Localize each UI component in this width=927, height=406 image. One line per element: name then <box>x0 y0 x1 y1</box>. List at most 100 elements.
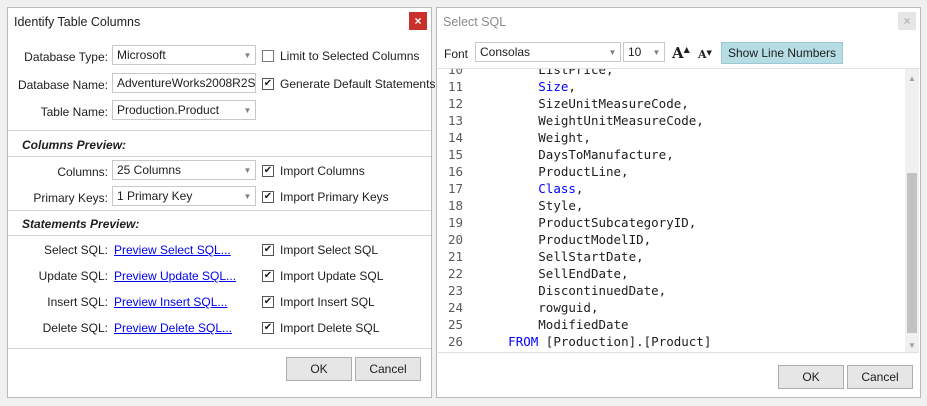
divider <box>8 235 431 236</box>
preview-select-sql-link[interactable]: Preview Select SQL... <box>114 243 231 257</box>
table-name-combo[interactable]: Production.Product ▼ <box>112 100 256 120</box>
editor-toolbar: Font Consolas ▼ 10 ▼ A▲ A▼ Show Line Num… <box>437 40 920 66</box>
close-button[interactable]: × <box>409 12 427 30</box>
code-text: ProductSubcategoryID, <box>478 215 697 230</box>
line-number: 26 <box>447 334 463 349</box>
code-text: ProductLine, <box>478 164 629 179</box>
import-columns-label: Import Columns <box>280 164 365 178</box>
line-number: 25 <box>447 317 463 332</box>
code-line: 16 ProductLine, <box>438 163 629 180</box>
database-type-combo[interactable]: Microsoft ▼ <box>112 45 256 65</box>
line-number: 11 <box>447 79 463 94</box>
statements-preview-heading: Statements Preview: <box>22 217 140 231</box>
cancel-button[interactable]: Cancel <box>847 365 913 389</box>
divider <box>8 210 431 211</box>
database-name-label: Database Name: <box>17 78 108 92</box>
code-line: 20 ProductModelID, <box>438 231 651 248</box>
code-line: 26 FROM [Production].[Product] <box>438 333 711 350</box>
font-family-combo[interactable]: Consolas ▼ <box>475 42 621 62</box>
identify-table-columns-dialog: Identify Table Columns × Database Type: … <box>7 7 435 398</box>
line-number: 13 <box>447 113 463 128</box>
preview-insert-sql-link[interactable]: Preview Insert SQL... <box>114 295 227 309</box>
code-line: 21 SellStartDate, <box>438 248 644 265</box>
insert-sql-label: Insert SQL: <box>47 295 108 309</box>
cancel-button[interactable]: Cancel <box>355 357 421 381</box>
scrollbar-thumb[interactable] <box>907 173 917 333</box>
preview-delete-sql-link[interactable]: Preview Delete SQL... <box>114 321 232 335</box>
vertical-scrollbar[interactable]: ▲ ▼ <box>905 69 919 352</box>
check-icon: ✔ <box>262 244 274 256</box>
code-text: , <box>568 79 576 94</box>
line-number: 19 <box>447 215 463 230</box>
font-size-combo[interactable]: 10 ▼ <box>623 42 665 62</box>
import-select-sql-label: Import Select SQL <box>280 243 379 257</box>
table-name-label: Table Name: <box>40 105 108 119</box>
import-primary-keys-label: Import Primary Keys <box>280 190 389 204</box>
import-delete-sql-label: Import Delete SQL <box>280 321 380 335</box>
scroll-up-icon[interactable]: ▲ <box>905 71 919 85</box>
primary-keys-value: 1 Primary Key <box>117 189 193 203</box>
chevron-down-icon: ▼ <box>608 47 617 57</box>
check-icon: ✔ <box>262 322 274 334</box>
import-insert-sql-checkbox[interactable]: ✔ Import Insert SQL <box>262 295 375 309</box>
import-select-sql-checkbox[interactable]: ✔ Import Select SQL <box>262 243 378 257</box>
code-text: SizeUnitMeasureCode, <box>478 96 689 111</box>
close-button[interactable]: × <box>898 12 916 30</box>
sql-keyword: Class <box>538 181 576 196</box>
check-icon: ✔ <box>262 191 274 203</box>
line-number: 24 <box>447 300 463 315</box>
code-text: Style, <box>478 198 584 213</box>
columns-value: 25 Columns <box>117 163 182 177</box>
line-number: 15 <box>447 147 463 162</box>
import-columns-checkbox[interactable]: ✔ Import Columns <box>262 164 365 178</box>
sql-editor[interactable]: 10 ListPrice, 11 Size, 12 SizeUnitMeasureC… <box>438 68 919 353</box>
generate-default-statements-checkbox[interactable]: ✔ Generate Default Statements <box>262 77 435 91</box>
decrease-font-size-icon: A <box>698 48 707 61</box>
database-name-field[interactable]: AdventureWorks2008R2SR <box>112 73 256 93</box>
dialog-title: Identify Table Columns <box>14 15 141 29</box>
line-number: 16 <box>447 164 463 179</box>
code-text: WeightUnitMeasureCode, <box>478 113 704 128</box>
ok-button[interactable]: OK <box>778 365 844 389</box>
primary-keys-combo[interactable]: 1 Primary Key ▼ <box>112 186 256 206</box>
show-line-numbers-toggle[interactable]: Show Line Numbers <box>721 42 844 64</box>
close-icon: × <box>414 14 422 28</box>
check-icon: ✔ <box>262 296 274 308</box>
line-number: 10 <box>447 68 463 77</box>
increase-font-size-button[interactable]: A▲ <box>672 44 690 62</box>
chevron-down-icon: ▼ <box>243 191 252 201</box>
decrease-font-size-button[interactable]: A▼ <box>698 48 712 61</box>
line-number: 23 <box>447 283 463 298</box>
delete-sql-label: Delete SQL: <box>42 321 108 335</box>
import-primary-keys-checkbox[interactable]: ✔ Import Primary Keys <box>262 190 389 204</box>
line-number: 22 <box>447 266 463 281</box>
dialog-titlebar[interactable]: Select SQL × <box>437 8 920 36</box>
database-type-value: Microsoft <box>117 48 166 62</box>
chevron-down-icon: ▼ <box>652 47 661 57</box>
increase-font-size-icon: A <box>672 44 684 62</box>
import-delete-sql-checkbox[interactable]: ✔ Import Delete SQL <box>262 321 379 335</box>
limit-to-selected-columns-label: Limit to Selected Columns <box>280 49 420 63</box>
primary-keys-label: Primary Keys: <box>33 191 108 205</box>
code-text: SellStartDate, <box>478 249 644 264</box>
sql-keyword: Size <box>538 79 569 94</box>
code-line: 13 WeightUnitMeasureCode, <box>438 112 704 129</box>
dialog-titlebar[interactable]: Identify Table Columns × <box>8 8 431 36</box>
check-icon: ✔ <box>262 165 274 177</box>
columns-combo[interactable]: 25 Columns ▼ <box>112 160 256 180</box>
code-line: 23 DiscontinuedDate, <box>438 282 666 299</box>
preview-update-sql-link[interactable]: Preview Update SQL... <box>114 269 236 283</box>
line-number: 18 <box>447 198 463 213</box>
code-line: 11 Size, <box>438 78 576 95</box>
scroll-down-icon[interactable]: ▼ <box>905 338 919 352</box>
ok-button[interactable]: OK <box>286 357 352 381</box>
limit-to-selected-columns-checkbox[interactable]: Limit to Selected Columns <box>262 49 419 63</box>
line-number: 12 <box>447 96 463 111</box>
line-number: 20 <box>447 232 463 247</box>
font-size-value: 10 <box>628 45 642 59</box>
code-text: DiscontinuedDate, <box>478 283 667 298</box>
sql-keyword: FROM <box>508 334 539 349</box>
import-update-sql-checkbox[interactable]: ✔ Import Update SQL <box>262 269 383 283</box>
line-number: 17 <box>447 181 463 196</box>
